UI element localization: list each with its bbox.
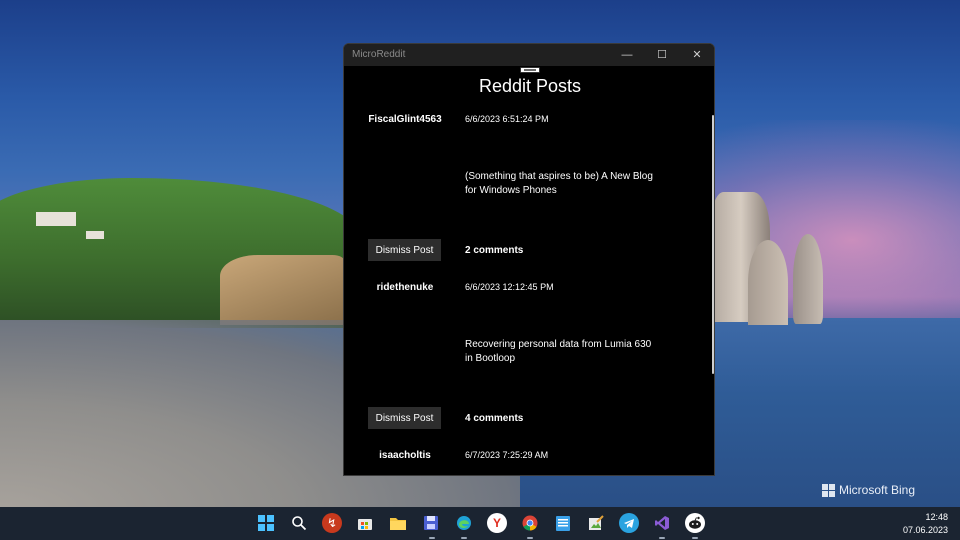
remote-desktop-icon[interactable]: ↯ bbox=[322, 513, 342, 533]
house bbox=[86, 231, 104, 239]
running-indicator bbox=[659, 537, 665, 539]
post-author: isaacholtis bbox=[379, 450, 431, 461]
title-bar[interactable]: MicroReddit — ☐ ✕ bbox=[344, 44, 714, 66]
minimize-button[interactable]: — bbox=[610, 44, 644, 66]
microsoft-store-icon[interactable] bbox=[355, 513, 375, 533]
post-title[interactable]: (Something that aspires to be) A New Blo… bbox=[465, 170, 655, 198]
taskbar: ↯ Y bbox=[0, 507, 960, 540]
visual-studio-icon[interactable] bbox=[652, 513, 672, 533]
chalk-cliff bbox=[220, 255, 345, 325]
paint-icon[interactable] bbox=[586, 513, 606, 533]
telegram-icon[interactable] bbox=[619, 513, 639, 533]
system-clock[interactable]: 12:48 07.06.2023 bbox=[903, 511, 948, 537]
dismiss-post-button[interactable]: Dismiss Post bbox=[368, 407, 441, 429]
app-window: MicroReddit — ☐ ✕ Reddit Posts FiscalGli… bbox=[343, 43, 715, 476]
running-indicator bbox=[429, 537, 435, 539]
dismiss-post-button[interactable]: Dismiss Post bbox=[368, 239, 441, 261]
search-icon[interactable] bbox=[289, 513, 309, 533]
window-title: MicroReddit bbox=[352, 49, 406, 60]
yandex-browser-icon[interactable]: Y bbox=[487, 513, 507, 533]
chrome-icon[interactable] bbox=[520, 513, 540, 533]
post-author: FiscalGlint4563 bbox=[368, 114, 442, 125]
house bbox=[36, 212, 76, 226]
bing-watermark: Microsoft Bing bbox=[822, 483, 915, 497]
save-app-icon[interactable] bbox=[421, 513, 441, 533]
file-explorer-icon[interactable] bbox=[388, 513, 408, 533]
watermark-text: Microsoft Bing bbox=[839, 483, 916, 497]
vertical-scrollbar[interactable] bbox=[712, 115, 714, 374]
drag-handle-icon[interactable] bbox=[520, 67, 540, 73]
clock-date: 07.06.2023 bbox=[902, 525, 948, 535]
post-date: 6/6/2023 6:51:24 PM bbox=[465, 114, 549, 124]
running-indicator bbox=[692, 537, 698, 539]
post-title[interactable]: Recovering personal data from Lumia 630 … bbox=[465, 338, 655, 366]
reddit-app-icon[interactable] bbox=[685, 513, 705, 533]
clock-time: 12:48 bbox=[925, 512, 948, 522]
comment-count[interactable]: 4 comments bbox=[465, 413, 523, 424]
microsoft-logo-icon bbox=[822, 483, 835, 497]
post-date: 6/6/2023 12:12:45 PM bbox=[465, 282, 554, 292]
rock-needle bbox=[793, 234, 823, 324]
post-author: ridethenuke bbox=[376, 282, 434, 293]
page-title: Reddit Posts bbox=[478, 76, 582, 96]
notepad-icon[interactable] bbox=[553, 513, 573, 533]
post-date: 6/7/2023 7:25:29 AM bbox=[465, 450, 549, 460]
rock-arch-leg bbox=[748, 240, 788, 325]
windows-start-icon[interactable] bbox=[256, 513, 276, 533]
running-indicator bbox=[461, 537, 467, 539]
edge-icon[interactable] bbox=[454, 513, 474, 533]
close-button[interactable]: ✕ bbox=[680, 44, 714, 66]
comment-count[interactable]: 2 comments bbox=[465, 245, 523, 256]
maximize-button[interactable]: ☐ bbox=[645, 44, 679, 66]
running-indicator bbox=[527, 537, 533, 539]
